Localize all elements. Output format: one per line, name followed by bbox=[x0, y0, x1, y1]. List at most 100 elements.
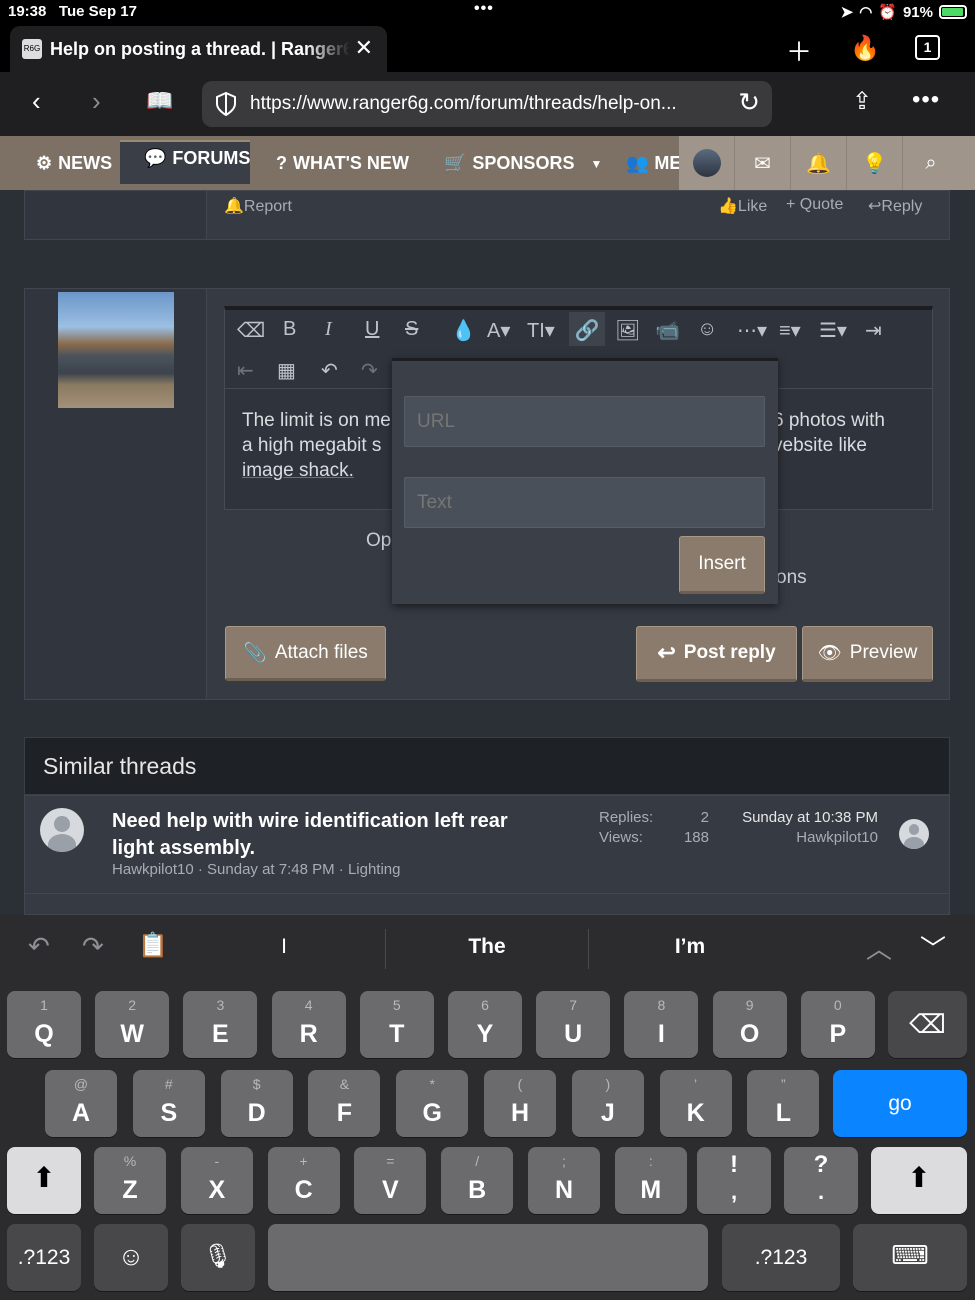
back-icon[interactable]: ‹ bbox=[32, 86, 41, 117]
link-icon[interactable]: 🔗 bbox=[569, 312, 605, 346]
user-avatar[interactable] bbox=[58, 292, 174, 408]
key-w[interactable]: 2W bbox=[95, 991, 170, 1058]
thread-title[interactable]: Need help with wire identification left … bbox=[112, 808, 508, 862]
undo-icon[interactable]: ↶ bbox=[321, 358, 338, 383]
nav-whats-new[interactable]: ? WHAT'S NEW bbox=[276, 153, 409, 174]
url-field[interactable]: https://www.ranger6g.com/forum/threads/h… bbox=[202, 81, 772, 127]
key-p[interactable]: 0P bbox=[800, 991, 875, 1058]
text-color-icon[interactable]: 💧 bbox=[451, 318, 476, 343]
last-post-date[interactable]: Sunday at 10:38 PM bbox=[725, 808, 878, 828]
report-link[interactable]: 🔔Report bbox=[224, 196, 292, 216]
go-key[interactable]: go bbox=[833, 1070, 967, 1137]
key-y[interactable]: 6Y bbox=[448, 991, 522, 1058]
media-icon[interactable]: 📹 bbox=[655, 318, 680, 343]
italic-icon[interactable]: I bbox=[325, 318, 332, 341]
last-poster-avatar[interactable] bbox=[899, 819, 929, 849]
key-c[interactable]: + C bbox=[267, 1147, 340, 1214]
flame-icon[interactable]: 🔥 bbox=[850, 34, 880, 63]
preview-button[interactable]: 👁 Preview bbox=[802, 626, 933, 682]
font-size-icon[interactable]: TI▾ bbox=[527, 318, 555, 343]
numbers-key-left[interactable]: .?123 bbox=[7, 1224, 81, 1291]
emoji-key[interactable]: ☺ bbox=[94, 1224, 168, 1291]
shift-left-key[interactable]: ⬆ bbox=[7, 1147, 81, 1214]
image-icon[interactable]: 🖼 bbox=[615, 318, 640, 343]
align-icon[interactable]: ≡▾ bbox=[779, 318, 801, 343]
bookmarks-icon[interactable]: 📖 bbox=[146, 88, 173, 114]
backspace-key[interactable]: ⌫ bbox=[888, 991, 967, 1058]
url-input[interactable] bbox=[404, 396, 765, 447]
nav-forums[interactable]: 💬 FORUMS bbox=[144, 148, 250, 169]
space-key[interactable] bbox=[268, 1224, 708, 1291]
reply-link[interactable]: ↩Reply bbox=[868, 196, 922, 216]
multitasking-dots[interactable]: ••• bbox=[474, 0, 494, 18]
insert-button[interactable]: Insert bbox=[679, 536, 765, 594]
prediction-3[interactable]: I’m bbox=[590, 935, 790, 959]
strikethrough-icon[interactable]: S bbox=[405, 318, 418, 341]
clear-format-icon[interactable]: ⌫ bbox=[237, 318, 265, 343]
inbox-icon[interactable]: ✉ bbox=[735, 136, 791, 190]
font-family-icon[interactable]: A▾ bbox=[487, 318, 510, 343]
table-icon[interactable]: ▦ bbox=[277, 358, 296, 383]
redo-icon[interactable]: ↷ bbox=[361, 358, 378, 383]
key-exclaim[interactable]: !, bbox=[697, 1147, 771, 1214]
outdent-icon[interactable]: ⇤ bbox=[237, 358, 254, 383]
indent-icon[interactable]: ⇥ bbox=[865, 318, 882, 343]
key-d[interactable]: $ D bbox=[220, 1070, 293, 1137]
thread-author-avatar[interactable] bbox=[40, 808, 84, 852]
key-b[interactable]: / B bbox=[441, 1147, 514, 1214]
lightbulb-icon[interactable]: 💡 bbox=[847, 136, 903, 190]
kb-paste-icon[interactable]: 📋 bbox=[138, 931, 168, 960]
key-t[interactable]: 5T bbox=[359, 991, 434, 1058]
last-post-user[interactable]: Hawkpilot10 bbox=[725, 828, 878, 848]
key-g[interactable]: * G bbox=[396, 1070, 469, 1137]
post-reply-button[interactable]: ↩ Post reply bbox=[636, 626, 797, 682]
dictation-key[interactable]: 🎙 bbox=[181, 1224, 255, 1291]
key-s[interactable]: # S bbox=[132, 1070, 205, 1137]
key-e[interactable]: 3E bbox=[183, 991, 258, 1058]
kb-redo-icon[interactable]: ↷ bbox=[82, 931, 104, 962]
like-link[interactable]: 👍Like bbox=[718, 196, 767, 216]
nav-news[interactable]: ⚙ NEWS bbox=[36, 153, 112, 174]
browser-tab[interactable]: R6G Help on posting a thread. | Ranger6G… bbox=[10, 26, 387, 72]
prev-field-chevron-icon[interactable]: ︿ bbox=[866, 929, 892, 966]
similar-thread-row[interactable]: Need help with wire identification left … bbox=[24, 795, 950, 915]
more-options-icon[interactable]: ⋯▾ bbox=[737, 318, 767, 343]
key-question[interactable]: ?. bbox=[784, 1147, 858, 1214]
underline-icon[interactable]: U bbox=[365, 318, 379, 341]
key-j[interactable]: ) J bbox=[571, 1070, 644, 1137]
hide-keyboard-key[interactable]: ⌨ bbox=[853, 1224, 967, 1291]
key-r[interactable]: 4R bbox=[271, 991, 346, 1058]
shift-right-key[interactable]: ⬆ bbox=[871, 1147, 967, 1214]
alerts-bell-icon[interactable]: 🔔 bbox=[791, 136, 847, 190]
key-z[interactable]: % Z bbox=[94, 1147, 166, 1214]
key-u[interactable]: 7U bbox=[536, 991, 611, 1058]
bold-icon[interactable]: B bbox=[283, 318, 296, 341]
prediction-2[interactable]: The bbox=[387, 935, 587, 959]
key-q[interactable]: 1Q bbox=[7, 991, 81, 1058]
key-v[interactable]: = V bbox=[354, 1147, 427, 1214]
reload-icon[interactable]: ↻ bbox=[738, 87, 760, 118]
link-text-input[interactable] bbox=[404, 477, 765, 528]
search-icon[interactable]: ⌕ bbox=[903, 136, 959, 190]
key-o[interactable]: 9O bbox=[712, 991, 787, 1058]
nav-members[interactable]: 👥 ME bbox=[626, 153, 681, 174]
attach-files-button[interactable]: 📎 Attach files bbox=[225, 626, 386, 681]
key-l[interactable]: ” L bbox=[747, 1070, 820, 1137]
more-icon[interactable]: ••• bbox=[912, 86, 940, 114]
list-icon[interactable]: ☰▾ bbox=[819, 318, 847, 343]
key-k[interactable]: ’ K bbox=[659, 1070, 732, 1137]
key-i[interactable]: 8I bbox=[624, 991, 699, 1058]
key-h[interactable]: (H bbox=[484, 1070, 556, 1137]
key-n[interactable]: ; N bbox=[528, 1147, 600, 1214]
key-x[interactable]: -X bbox=[180, 1147, 253, 1214]
next-field-chevron-icon[interactable]: ﹀ bbox=[920, 929, 946, 966]
close-tab-icon[interactable]: ✕ bbox=[355, 35, 373, 61]
key-a[interactable]: @ A bbox=[45, 1070, 117, 1137]
smilie-icon[interactable]: ☺ bbox=[697, 318, 717, 341]
nav-account[interactable] bbox=[679, 136, 735, 190]
kb-undo-icon[interactable]: ↶ bbox=[28, 931, 50, 962]
share-icon[interactable]: ⇪ bbox=[852, 87, 872, 116]
key-m[interactable]: :M bbox=[614, 1147, 687, 1214]
nav-sponsors[interactable]: 🛒 SPONSORS ▼ bbox=[444, 153, 602, 174]
tab-count-icon[interactable]: 1 bbox=[915, 35, 940, 60]
